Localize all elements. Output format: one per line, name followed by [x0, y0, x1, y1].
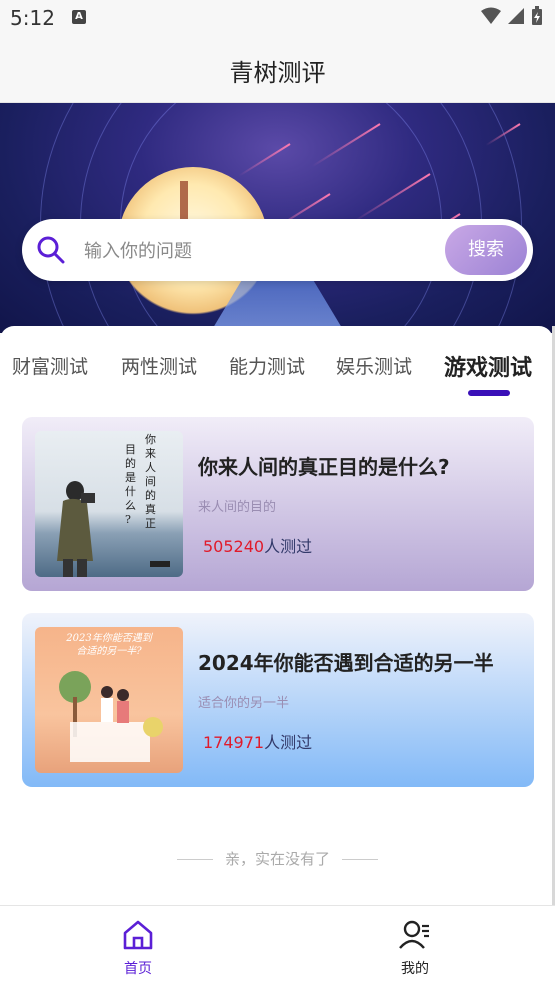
status-bar: 5:12 A	[0, 0, 555, 36]
svg-text:?: ?	[125, 513, 131, 526]
count-suffix: 人测过	[264, 733, 313, 752]
svg-text:你: 你	[145, 433, 156, 446]
test-card[interactable]: 2023年你能否遇到 合适的另一半? 2024年你能否遇到合适的另一半 适合你的…	[22, 613, 534, 787]
card-subtitle: 适合你的另一半	[198, 696, 290, 711]
svg-text:目: 目	[125, 443, 136, 456]
svg-text:是: 是	[125, 471, 136, 484]
tab-relationship[interactable]: 两性测试	[121, 352, 197, 379]
banner-image	[0, 103, 555, 333]
main-content: 财富测试 两性测试 能力测试 娱乐测试 游戏测试 你来人 间的真 正 目的是 什…	[0, 326, 553, 906]
home-icon	[123, 920, 153, 950]
tabbar-home-label: 首页	[124, 961, 152, 977]
test-thumbnail: 2023年你能否遇到 合适的另一半?	[35, 627, 183, 773]
search-icon	[37, 236, 65, 264]
app-header: 青树测评	[0, 36, 555, 103]
tab-games[interactable]: 游戏测试	[444, 350, 532, 382]
signal-icon	[508, 8, 524, 24]
svg-text:正: 正	[145, 517, 156, 530]
status-icons	[481, 6, 543, 26]
card-subtitle: 来人间的目的	[198, 500, 277, 515]
tab-entertainment[interactable]: 娱乐测试	[336, 352, 412, 379]
search-bar[interactable]: 搜索	[22, 219, 533, 281]
page-title: 青树测评	[229, 59, 326, 87]
card-count: 174971人测过	[203, 729, 312, 753]
wifi-icon	[481, 7, 501, 24]
tab-indicator	[468, 390, 510, 396]
user-list-icon	[399, 920, 429, 949]
card-count: 505240人测过	[203, 533, 312, 557]
status-time: 5:12	[10, 6, 55, 30]
test-card[interactable]: 你来人 间的真 正 目的是 什么? 你来人间的真正目的是什么? 来人间的目的 5…	[22, 417, 534, 591]
svg-text:真: 真	[145, 502, 156, 516]
tab-wealth[interactable]: 财富测试	[12, 352, 88, 379]
svg-text:的: 的	[125, 456, 136, 470]
tabbar-mine[interactable]: 我的	[375, 918, 455, 978]
test-thumbnail: 你来人 间的真 正 目的是 什么?	[35, 431, 183, 577]
tabbar-mine-label: 我的	[401, 961, 429, 977]
svg-text:人: 人	[145, 461, 156, 474]
svg-text:来: 来	[145, 447, 156, 460]
end-of-list-text: 亲，实在没有了	[224, 850, 330, 868]
card-title: 你来人间的真正目的是什么?	[198, 455, 450, 479]
svg-text:的: 的	[145, 488, 156, 502]
thumb-title-line2: 合适的另一半?	[76, 645, 142, 657]
tab-ability[interactable]: 能力测试	[229, 352, 305, 379]
notification-a-icon: A	[72, 10, 86, 24]
battery-icon	[532, 6, 542, 25]
end-of-list-note: 亲，实在没有了	[0, 848, 555, 869]
svg-text:间: 间	[145, 475, 156, 488]
bottom-tab-bar: 首页 我的	[0, 905, 555, 983]
search-button[interactable]: 搜索	[445, 225, 527, 275]
category-tabs: 财富测试 两性测试 能力测试 娱乐测试 游戏测试	[0, 326, 555, 406]
card-title: 2024年你能否遇到合适的另一半	[198, 651, 494, 675]
tabbar-home[interactable]: 首页	[98, 918, 178, 978]
thumb-title-line1: 2023年你能否遇到	[65, 632, 153, 644]
count-number: 174971	[203, 733, 265, 752]
svg-text:么: 么	[125, 499, 136, 512]
count-number: 505240	[203, 537, 265, 556]
svg-text:什: 什	[125, 485, 136, 498]
count-suffix: 人测过	[264, 537, 313, 556]
search-input[interactable]	[82, 235, 436, 267]
